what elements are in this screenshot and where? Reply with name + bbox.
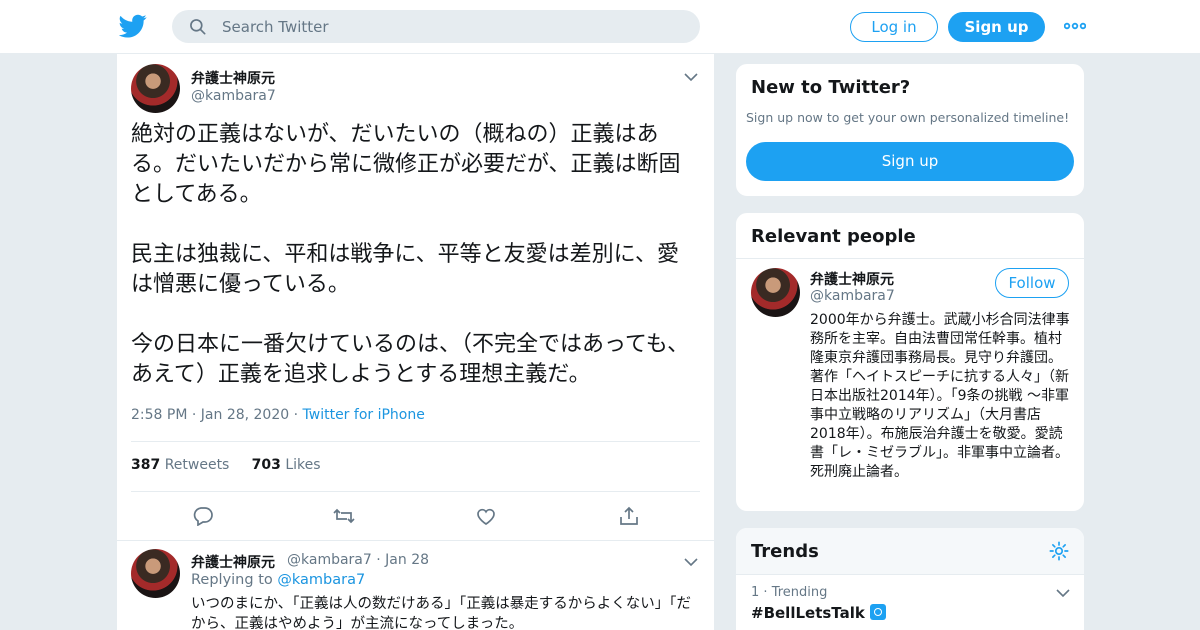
reply-date[interactable]: Jan 28 [385, 552, 429, 568]
top-navigation-bar: Log in Sign up [0, 0, 1200, 54]
card-title: New to Twitter? [751, 77, 911, 98]
settings-gear-icon[interactable] [1048, 540, 1070, 562]
search-bar[interactable] [172, 10, 700, 43]
card-title: Trends [751, 541, 819, 562]
divider [131, 491, 700, 492]
follow-button[interactable]: Follow [995, 268, 1069, 298]
share-icon[interactable] [618, 506, 640, 526]
tweet-paragraph: 民主は独裁に、平和は戦争に、平等と友愛は差別に、愛は憎悪に優っている。 [131, 242, 680, 297]
tweet-stats: 387 Retweets 703 Likes [131, 457, 321, 473]
twitter-bird-icon[interactable] [119, 12, 147, 40]
tweet-metadata: 2:58 PM · Jan 28, 2020 · Twitter for iPh… [131, 407, 425, 423]
tweet-time[interactable]: 2:58 PM [131, 407, 187, 423]
divider [736, 574, 1084, 575]
speech-bubble-emoji-icon [870, 604, 887, 620]
trends-card: Trends 1 · Trending #BellLetsTalk [735, 527, 1085, 630]
replying-label: Replying to [191, 572, 273, 588]
likes-label: Likes [285, 457, 321, 473]
tweet-date[interactable]: Jan 28, 2020 [201, 407, 289, 423]
retweets-stat[interactable]: 387 Retweets [131, 457, 229, 473]
tweet-paragraph: 今の日本に一番欠けているのは、（不完全ではあっても、あえて）正義を追求しようとす… [131, 332, 690, 387]
reply-author-handle[interactable]: @kambara7 · Jan 28 [287, 552, 429, 568]
more-options-icon[interactable] [1064, 18, 1086, 34]
retweets-label: Retweets [164, 457, 230, 473]
new-to-twitter-card: New to Twitter? Sign up now to get your … [735, 63, 1085, 197]
chevron-down-icon[interactable] [1056, 588, 1070, 598]
author-handle[interactable]: @kambara7 [191, 88, 276, 104]
search-icon [190, 19, 206, 35]
reply-handle: @kambara7 [287, 552, 372, 568]
card-subtitle: Sign up now to get your own personalized… [746, 110, 1070, 125]
divider [736, 258, 1084, 259]
trend-context: 1 · Trending [751, 585, 828, 600]
replying-handle-link[interactable]: @kambara7 [277, 572, 365, 588]
retweets-count: 387 [131, 457, 161, 473]
signup-button[interactable]: Sign up [948, 12, 1045, 42]
tweet-text: 絶対の正義はないが、だいたいの（概ねの）正義はある。だいたいだから常に微修正が必… [131, 120, 701, 390]
main-timeline-column: 弁護士神原元 @kambara7 絶対の正義はないが、だいたいの（概ねの）正義は… [116, 54, 715, 630]
tweet-paragraph: 絶対の正義はないが、だいたいの（概ねの）正義はある。だいたいだから常に微修正が必… [131, 122, 681, 207]
tweet-separator [117, 540, 714, 541]
author-avatar[interactable] [131, 64, 180, 113]
trend-context-label: Trending [771, 585, 828, 600]
relevant-people-card: Relevant people 弁護士神原元 @kambara7 Follow … [735, 212, 1085, 512]
chevron-down-icon[interactable] [684, 557, 698, 567]
retweet-icon[interactable] [333, 506, 355, 526]
reply-author-avatar[interactable] [131, 549, 180, 598]
trend-item[interactable]: #BellLetsTalk [751, 604, 887, 622]
chevron-down-icon[interactable] [684, 72, 698, 82]
emoji-face [874, 608, 883, 616]
reply-icon[interactable] [192, 506, 214, 526]
person-bio: 2000年から弁護士。武蔵小杉合同法律事務所を主宰。自由法曹団常任幹事。植村隆東… [810, 312, 1070, 480]
search-input[interactable] [222, 10, 682, 43]
divider [131, 441, 700, 442]
tweet-source-link[interactable]: Twitter for iPhone [303, 407, 425, 423]
reply-text: いつのまにか、「正義は人の数だけある」「正義は暴走するからよくない」「だから、正… [191, 596, 691, 630]
login-button[interactable]: Log in [850, 12, 938, 42]
trend-name: #BellLetsTalk [751, 604, 865, 622]
reply-author-name[interactable]: 弁護士神原元 [191, 552, 275, 572]
person-name[interactable]: 弁護士神原元 [810, 269, 894, 289]
card-title: Relevant people [751, 226, 916, 247]
likes-count: 703 [251, 457, 281, 473]
like-heart-icon[interactable] [475, 506, 497, 526]
likes-stat[interactable]: 703 Likes [252, 457, 321, 473]
person-handle[interactable]: @kambara7 [810, 288, 895, 304]
author-name[interactable]: 弁護士神原元 [191, 68, 275, 88]
person-avatar[interactable] [751, 268, 800, 317]
trend-rank: 1 [751, 585, 760, 600]
replying-to: Replying to @kambara7 [191, 572, 365, 588]
signup-button[interactable]: Sign up [746, 142, 1074, 181]
